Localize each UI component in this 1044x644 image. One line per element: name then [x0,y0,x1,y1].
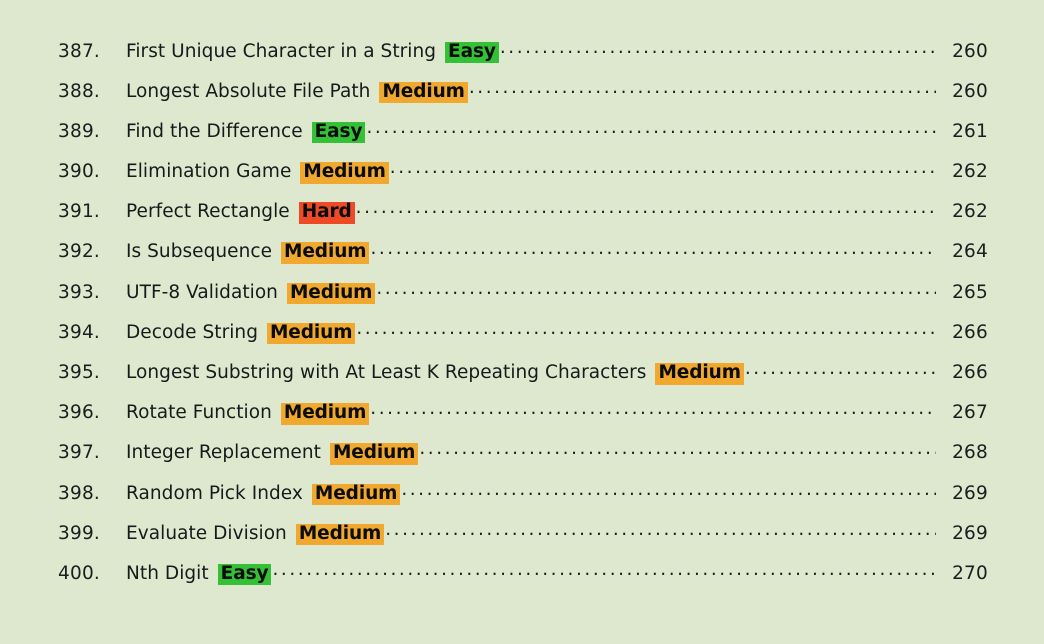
toc-entry-number: 394. [58,321,100,343]
toc-entry-title[interactable]: Perfect Rectangle [126,201,299,222]
toc-entry[interactable]: 395. Longest Substring with At Least K Re… [58,360,988,400]
difficulty-badge-medium: Medium [286,282,376,305]
toc-entry-page-number: 266 [952,321,988,343]
toc-entry-page-number: 262 [952,161,988,183]
toc-entry-number: 389. [58,120,100,142]
dot-leader [356,319,936,338]
toc-entry-title[interactable]: Longest Substring with At Least K Repeat… [126,362,655,383]
toc-entry-number: 393. [58,281,100,303]
toc-entry-page-number: 269 [952,482,988,504]
difficulty-badge-medium: Medium [379,81,468,104]
toc-entry-number: 400. [58,562,100,584]
toc-entry[interactable]: 394. Decode StringMedium 266 [58,319,988,359]
toc-entry[interactable]: 399. Evaluate DivisionMedium 269 [58,520,988,560]
difficulty-badge-easy: Easy [217,563,272,586]
toc-entry-number: 395. [58,362,100,383]
difficulty-badge-medium: Medium [266,322,356,345]
toc-entry[interactable]: 388. Longest Absolute File PathMedium 260 [58,78,988,118]
difficulty-badge-medium: Medium [311,483,401,506]
toc-entry-page-number: 267 [952,402,988,424]
toc-entry-number: 396. [58,402,100,424]
toc-entry-page-number: 261 [952,120,988,142]
difficulty-badge-medium: Medium [295,523,385,546]
dot-leader [419,440,936,459]
dot-leader [745,360,936,379]
toc-entry-page-number: 260 [952,80,988,102]
toc-entry[interactable]: 393. UTF-8 ValidationMedium 265 [58,279,988,319]
dot-leader [370,400,936,419]
toc-entry[interactable]: 389. Find the DifferenceEasy 261 [58,118,988,158]
dot-leader [401,480,936,499]
toc-entry-page-number: 266 [952,362,988,383]
toc-entry[interactable]: 397. Integer ReplacementMedium 268 [58,440,988,480]
toc-entry[interactable]: 391. Perfect RectangleHard 262 [58,199,988,239]
toc-entry-title[interactable]: Rotate Function [126,402,281,423]
toc-entry[interactable]: 400. Nth DigitEasy 270 [58,560,988,600]
toc-entry-title[interactable]: Random Pick Index [126,483,312,504]
toc-list: 387. First Unique Character in a String Ea… [58,38,988,601]
dot-leader [366,118,936,137]
toc-entry[interactable]: 398. Random Pick IndexMedium 269 [58,480,988,520]
toc-entry-page-number: 260 [952,40,988,62]
difficulty-badge-medium: Medium [655,363,744,385]
toc-entry-number: 388. [58,80,100,102]
toc-entry-title[interactable]: Longest Absolute File Path [126,81,379,102]
difficulty-badge-easy: Easy [311,121,366,144]
toc-entry-page-number: 270 [952,562,988,584]
dot-leader [500,38,936,57]
difficulty-badge-medium: Medium [300,162,389,184]
toc-entry-title[interactable]: Is Subsequence [126,241,281,262]
toc-entry[interactable]: 387. First Unique Character in a String Ea… [58,38,988,78]
dot-leader [272,560,936,579]
toc-entry-number: 392. [58,241,100,263]
difficulty-badge-easy: Easy [445,41,499,63]
dot-leader [469,78,936,97]
toc-entry[interactable]: 392. Is SubsequenceMedium 264 [58,239,988,279]
difficulty-badge-medium: Medium [329,443,419,465]
toc-entry-title[interactable]: Integer Replacement [126,442,330,463]
toc-entry-number: 399. [58,522,100,544]
dot-leader [370,239,936,258]
toc-entry-page-number: 262 [952,201,988,223]
toc-entry[interactable]: 396. Rotate FunctionMedium 267 [58,400,988,440]
toc-entry-title[interactable]: First Unique Character in a String [126,41,445,62]
difficulty-badge-hard: Hard [298,202,355,224]
toc-entry-title[interactable]: Evaluate Division [126,523,296,544]
toc-entry-number: 397. [58,442,100,464]
difficulty-badge-medium: Medium [281,242,370,264]
toc-entry-number: 391. [58,201,100,223]
toc-page: 387. First Unique Character in a String Ea… [0,0,1044,644]
toc-entry-number: 387. [58,40,100,62]
toc-entry[interactable]: 390. Elimination GameMedium 262 [58,159,988,199]
toc-entry-title[interactable]: Find the Difference [126,121,312,142]
toc-entry-title[interactable]: Nth Digit [126,563,218,584]
toc-entry-page-number: 269 [952,522,988,544]
dot-leader [385,520,936,539]
toc-entry-title[interactable]: Elimination Game [126,161,300,182]
dot-leader [356,199,936,218]
toc-entry-page-number: 265 [952,281,988,303]
toc-entry-number: 398. [58,482,100,504]
toc-entry-page-number: 264 [952,241,988,263]
toc-entry-title[interactable]: Decode String [126,322,267,343]
difficulty-badge-medium: Medium [280,403,370,425]
toc-entry-title[interactable]: UTF-8 Validation [126,282,287,303]
toc-entry-number: 390. [58,161,100,183]
toc-entry-page-number: 268 [952,442,988,464]
dot-leader [376,279,936,298]
dot-leader [390,159,936,178]
